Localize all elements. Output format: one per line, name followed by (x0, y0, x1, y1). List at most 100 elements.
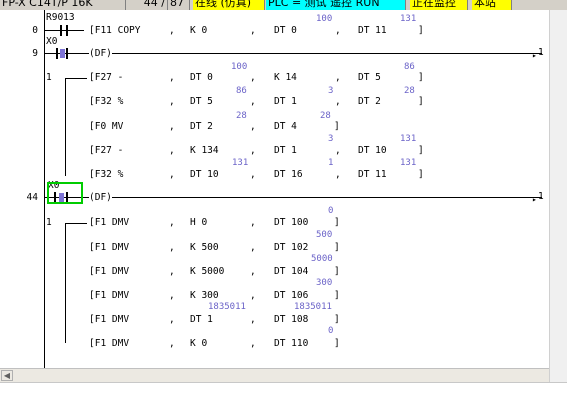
operand-2[interactable]: DT 4 (274, 121, 297, 132)
operand-2[interactable]: DT 102 (274, 242, 308, 253)
operand-2[interactable]: DT 106 (274, 290, 308, 301)
monitor-value: 500 (316, 230, 333, 240)
df-instruction[interactable]: (DF) (89, 48, 112, 59)
comma: , (169, 338, 175, 349)
instruction[interactable]: [F32 % (89, 169, 123, 180)
operand-2[interactable]: DT 1 (274, 145, 297, 156)
monitor-value: 3 (328, 86, 334, 96)
operand-3[interactable]: DT 11 (358, 25, 387, 36)
operand-1[interactable]: K 500 (190, 242, 219, 253)
comma: , (169, 217, 175, 228)
instruction[interactable]: [F27 - (89, 72, 123, 83)
comma: , (335, 25, 341, 36)
operand-1[interactable]: DT 1 (190, 314, 213, 325)
step-total: 87 (168, 0, 190, 10)
monitor-value: 300 (316, 278, 333, 288)
operand-1[interactable]: DT 10 (190, 169, 219, 180)
instruction[interactable]: [F1 DMV (89, 217, 129, 228)
rung-end-arrow: 1 (538, 191, 544, 202)
monitor-value: 28 (236, 111, 247, 121)
instruction-close: ] (418, 72, 424, 83)
operand-2[interactable]: DT 0 (274, 25, 297, 36)
scroll-left-icon[interactable]: ◀ (1, 370, 13, 381)
operand-2[interactable]: DT 110 (274, 338, 308, 349)
instruction[interactable]: [F1 DMV (89, 338, 129, 349)
instruction-close: ] (334, 121, 340, 132)
contact-left-bar (56, 48, 58, 59)
vertical-scrollbar[interactable] (549, 10, 567, 382)
monitor-badge: 正在监控 (410, 0, 468, 10)
comma: , (250, 338, 256, 349)
instruction[interactable]: [F1 DMV (89, 314, 129, 325)
operand-1[interactable]: K 300 (190, 290, 219, 301)
operand-1[interactable]: H 0 (190, 217, 207, 228)
branch-wire (65, 223, 87, 224)
monitor-value: 5000 (311, 254, 333, 264)
operand-1[interactable]: K 134 (190, 145, 219, 156)
bottom-panel (0, 382, 567, 406)
comma: , (169, 145, 175, 156)
step-indicator: 44 / (126, 0, 168, 10)
instruction[interactable]: [F1 DMV (89, 290, 129, 301)
edit-cursor[interactable] (47, 182, 83, 204)
instruction-close: ] (334, 266, 340, 277)
comma: , (169, 266, 175, 277)
monitor-value: 1835011 (208, 302, 246, 312)
contact-label: R9013 (46, 12, 75, 23)
instruction[interactable]: [F1 DMV (89, 242, 129, 253)
comma: , (169, 25, 175, 36)
operand-1[interactable]: K 5000 (190, 266, 224, 277)
comma: , (250, 25, 256, 36)
comma: , (169, 314, 175, 325)
instruction-close: ] (334, 290, 340, 301)
rung-number: 44 (26, 192, 38, 203)
instruction[interactable]: [F0 MV (89, 121, 123, 132)
monitor-value: 1835011 (294, 302, 332, 312)
operand-3[interactable]: DT 5 (358, 72, 381, 83)
operand-1[interactable]: K 0 (190, 338, 207, 349)
station-badge: 本站 (472, 0, 512, 10)
operand-2[interactable]: DT 16 (274, 169, 303, 180)
horizontal-scrollbar[interactable]: ◀ (0, 368, 549, 382)
instruction[interactable]: [F32 % (89, 96, 123, 107)
operand-2[interactable]: K 14 (274, 72, 297, 83)
contact-on-indicator (60, 49, 65, 58)
operand-1[interactable]: DT 5 (190, 96, 213, 107)
ladder-diagram[interactable]: 0 R9013 [F11 COPY , K 0 , DT 0 , DT 11 ]… (0, 10, 549, 368)
comma: , (250, 290, 256, 301)
operand-3[interactable]: DT 10 (358, 145, 387, 156)
monitor-value: 131 (232, 158, 249, 168)
instruction-close: ] (334, 242, 340, 253)
instruction[interactable]: [F27 - (89, 145, 123, 156)
left-power-rail (44, 10, 45, 368)
operand-1[interactable]: K 0 (190, 25, 207, 36)
plc-model: FP-X C14T/P 16K (0, 0, 126, 10)
branch-bus (65, 223, 66, 343)
operand-1[interactable]: DT 0 (190, 72, 213, 83)
comma: , (169, 242, 175, 253)
comma: , (250, 169, 256, 180)
operand-2[interactable]: DT 1 (274, 96, 297, 107)
instruction[interactable]: [F11 COPY (89, 25, 140, 36)
monitor-value: 0 (328, 326, 334, 336)
monitor-value: 86 (404, 62, 415, 72)
monitor-value: 100 (231, 62, 248, 72)
operand-2[interactable]: DT 100 (274, 217, 308, 228)
comma: , (335, 72, 341, 83)
comma: , (250, 242, 256, 253)
rung-wire (44, 53, 542, 54)
df-instruction[interactable]: (DF) (89, 192, 112, 203)
operand-2[interactable]: DT 108 (274, 314, 308, 325)
operand-3[interactable]: DT 11 (358, 169, 387, 180)
rung-wire (44, 30, 84, 31)
operand-2[interactable]: DT 104 (274, 266, 308, 277)
rung-wire (44, 197, 542, 198)
instruction[interactable]: [F1 DMV (89, 266, 129, 277)
monitor-value: 131 (400, 158, 417, 168)
operand-1[interactable]: DT 2 (190, 121, 213, 132)
monitor-value: 131 (400, 134, 417, 144)
arrow-right-icon: ▸ (532, 51, 537, 60)
operand-3[interactable]: DT 2 (358, 96, 381, 107)
monitor-value: 131 (400, 14, 417, 24)
comma: , (250, 145, 256, 156)
